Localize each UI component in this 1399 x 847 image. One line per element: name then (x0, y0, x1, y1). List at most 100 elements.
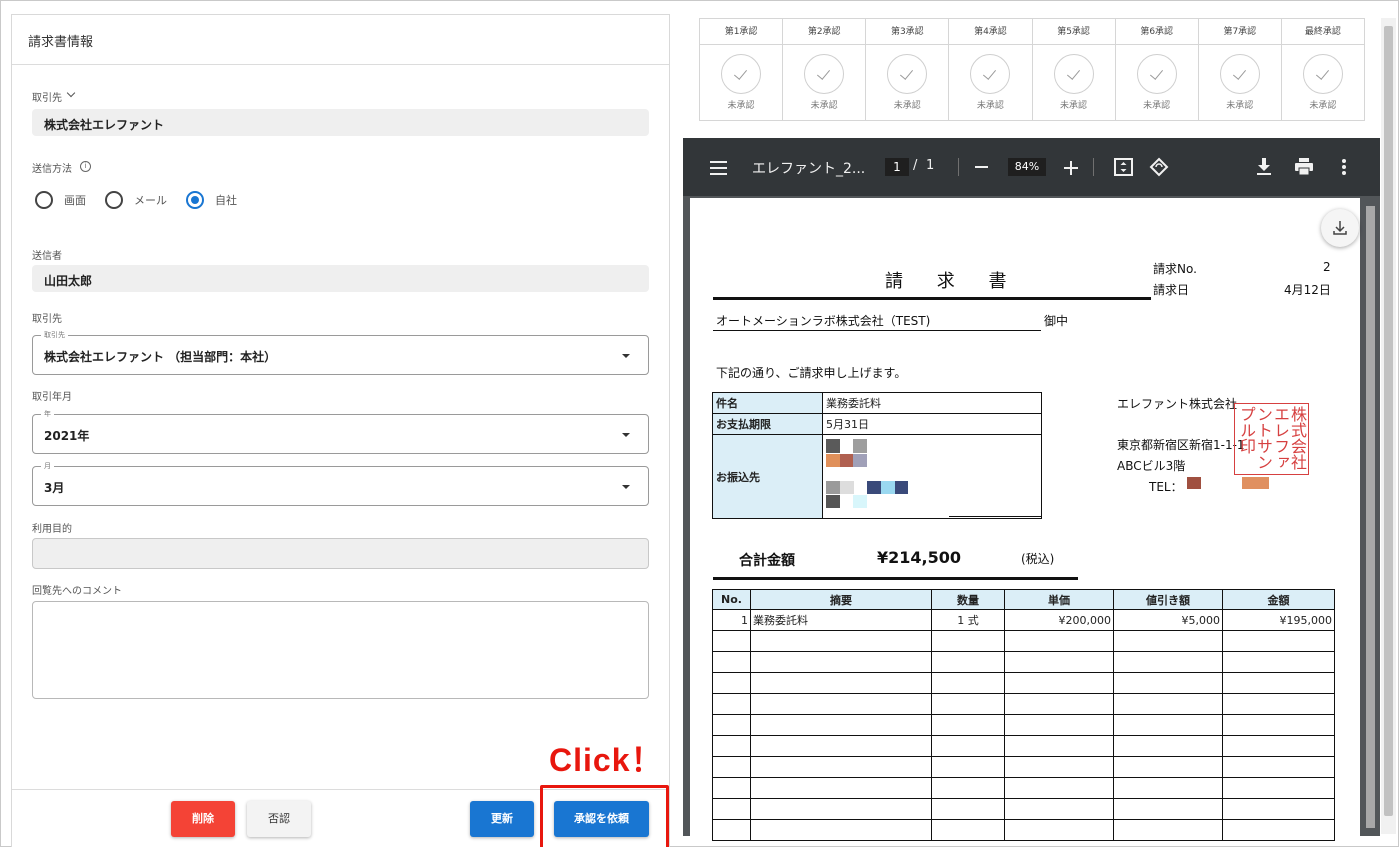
partner-label[interactable]: 取引先 (32, 89, 62, 104)
redaction-block (881, 481, 895, 494)
col-header: 単価 (1004, 589, 1114, 610)
window-scrollbar-thumb[interactable] (1384, 26, 1393, 816)
row-unit-price: ¥200,000 (1004, 609, 1114, 631)
table-row (712, 798, 1335, 820)
app-window: 請求書情報 取引先 株式会社エレファント 送信方法 i 画面 メール 自社 送信… (0, 0, 1399, 847)
check-icon (721, 54, 761, 94)
zoom-level[interactable]: 84% (1008, 158, 1046, 176)
dropdown-caret-icon (622, 354, 630, 358)
send-method-label: 送信方法 (32, 164, 72, 175)
sender-field: 山田太郎 (32, 265, 649, 292)
pdf-scrollbar-thumb[interactable] (1366, 206, 1375, 828)
redaction-block (826, 454, 840, 467)
reject-button[interactable]: 否認 (247, 801, 311, 837)
table-row (712, 693, 1335, 715)
table-row (712, 819, 1335, 841)
row-desc: 業務委託料 (750, 609, 932, 631)
update-button[interactable]: 更新 (470, 801, 534, 837)
partner-select-legend: 取引先 (41, 330, 68, 340)
col-header: 数量 (931, 589, 1005, 610)
company-seal-stamp: 株式会社エレファントサンプル印 (1234, 403, 1309, 475)
due-label: お支払期限 (712, 413, 823, 435)
invoice-no-label: 請求No. (1153, 262, 1197, 276)
page-total: 1 (926, 158, 935, 173)
page-number-input[interactable]: 1 (885, 158, 909, 176)
redaction-block (1187, 477, 1201, 489)
invoice-intro: 下記の通り、ご請求申し上げます。 (716, 366, 907, 380)
floating-download-button[interactable] (1321, 209, 1359, 247)
step-label: 第5承認 (1032, 19, 1115, 45)
chevron-down-icon[interactable] (66, 88, 76, 98)
approval-step-3: 第3承認 未承認 (866, 19, 950, 120)
year-select[interactable]: 年 2021年 (32, 409, 649, 454)
more-options-icon[interactable] (1342, 159, 1346, 175)
row-discount: ¥5,000 (1113, 609, 1223, 631)
partner-label-text: 取引先 (32, 93, 62, 104)
comment-textarea[interactable] (32, 601, 649, 699)
col-header: 金額 (1222, 589, 1335, 610)
step-status: 未承認 (1226, 101, 1254, 111)
radio-own-company-label: 自社 (215, 194, 237, 207)
rotate-icon[interactable] (1149, 157, 1169, 177)
pdf-toolbar: エレファント_2... 1 / 1 84% (683, 138, 1380, 196)
check-icon (887, 54, 928, 94)
redaction-block (1242, 477, 1269, 489)
purpose-input[interactable] (32, 538, 649, 569)
dropdown-caret-icon (622, 485, 630, 489)
issuer-name: エレファント株式会社 (1117, 397, 1238, 411)
total-underline (713, 577, 1078, 580)
month-select[interactable]: 月 3月 (32, 461, 649, 506)
month-select-value: 3月 (44, 481, 65, 495)
table-row (712, 777, 1335, 799)
fit-page-icon[interactable] (1114, 158, 1133, 176)
invoice-honorific: 御中 (1044, 314, 1069, 328)
toolbar-divider (1093, 158, 1094, 176)
month-select-legend: 月 (41, 461, 54, 471)
purpose-label: 利用目的 (32, 524, 72, 535)
radio-email[interactable] (105, 191, 123, 209)
pdf-file-name: エレファント_2... (752, 161, 866, 177)
step-status: 未承認 (976, 101, 1004, 111)
invoice-no-value: 2 (1323, 260, 1331, 274)
row-no: 1 (712, 609, 751, 631)
redaction-block (840, 481, 854, 494)
radio-own-company[interactable] (186, 191, 204, 209)
info-icon[interactable]: i (80, 161, 91, 172)
check-icon (804, 54, 845, 94)
zoom-out-icon[interactable] (975, 166, 988, 168)
download-icon[interactable] (1257, 158, 1271, 175)
tax-note: (税込) (1021, 552, 1055, 566)
approval-step-5: 第5承認 未承認 (1032, 19, 1116, 120)
sender-label: 送信者 (32, 251, 62, 262)
year-select-value: 2021年 (44, 429, 90, 443)
window-scrollbar[interactable] (1381, 18, 1396, 834)
row-amount: ¥195,000 (1222, 609, 1335, 631)
pdf-scrollbar[interactable] (1362, 198, 1380, 836)
partner-select-value: 株式会社エレファント （担当部門：本社） (44, 350, 277, 364)
invoice-date-value: 4月12日 (1284, 283, 1331, 297)
radio-screen[interactable] (35, 191, 53, 209)
menu-icon[interactable] (710, 160, 727, 175)
col-header: 値引き額 (1113, 589, 1223, 610)
invoice-date-label: 請求日 (1153, 283, 1190, 297)
step-label: 第2承認 (783, 19, 866, 45)
row-qty: 1 式 (931, 609, 1005, 631)
step-status: 未承認 (810, 101, 838, 111)
redaction-block (826, 481, 840, 494)
delete-button[interactable]: 削除 (171, 801, 235, 837)
col-header: 摘要 (750, 589, 932, 610)
step-label: 第4承認 (949, 19, 1032, 45)
check-icon (1136, 54, 1177, 94)
due-value: 5月31日 (822, 413, 1042, 435)
zoom-in-icon[interactable] (1064, 160, 1078, 175)
partner-select[interactable]: 取引先 株式会社エレファント （担当部門：本社） (32, 330, 649, 375)
issuer-tel: TEL： (1149, 480, 1183, 494)
check-icon (1219, 54, 1260, 94)
print-icon[interactable] (1295, 158, 1313, 176)
redaction-block (853, 454, 867, 467)
page-separator: / (913, 158, 918, 173)
redaction-block (895, 481, 908, 494)
table-edge (949, 516, 1041, 517)
period-label: 取引年月 (32, 392, 72, 403)
bank-label: お振込先 (712, 434, 823, 519)
